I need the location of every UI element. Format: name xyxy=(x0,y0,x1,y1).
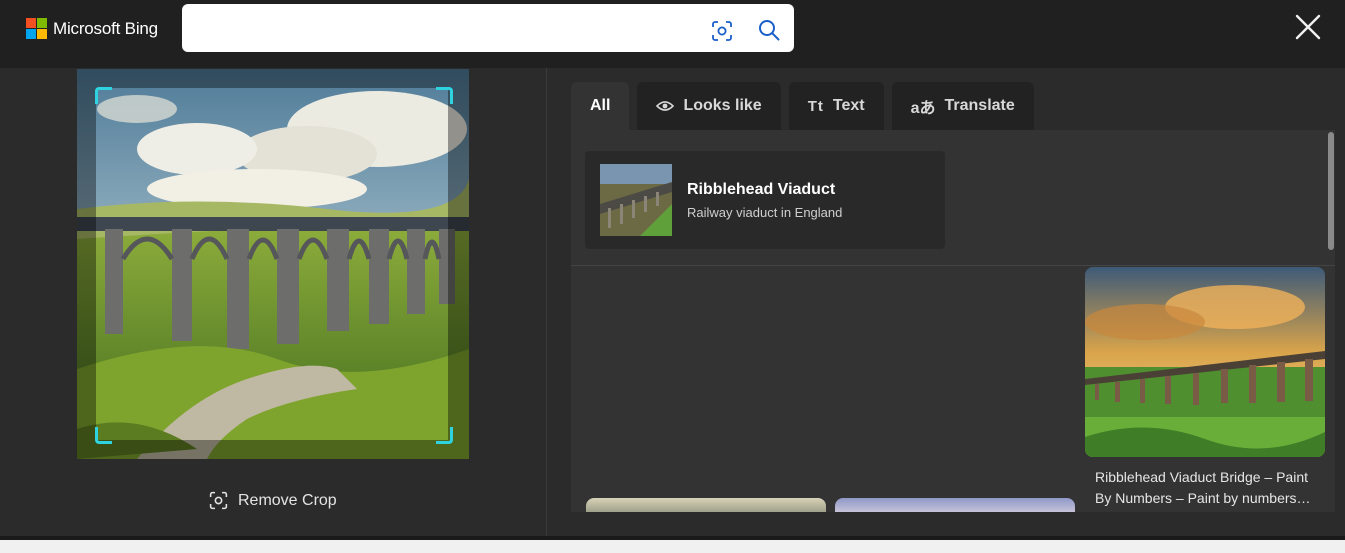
bing-logo[interactable]: Microsoft Bing xyxy=(26,18,158,39)
entity-subtitle: Railway viaduct in England xyxy=(687,205,843,220)
remove-crop-label: Remove Crop xyxy=(238,491,337,509)
tab-looks-like[interactable]: Looks like xyxy=(637,82,781,130)
result-tabs: All Looks like Tt Text aあ Translate xyxy=(571,82,1034,130)
tab-text-label: Text xyxy=(832,97,865,114)
result-card[interactable]: Ribblehead Viaduct Bridge – Paint By Num… xyxy=(1085,267,1325,512)
remove-crop-button[interactable]: Remove Crop xyxy=(208,490,337,511)
crop-shade-bottom xyxy=(77,440,469,459)
entity-card[interactable]: Ribblehead Viaduct Railway viaduct in En… xyxy=(585,151,945,249)
entity-title: Ribblehead Viaduct xyxy=(687,181,836,198)
top-bar: Microsoft Bing xyxy=(0,0,1345,68)
search-input[interactable] xyxy=(196,14,700,44)
crop-handle-bottom-right[interactable] xyxy=(436,427,453,444)
section-divider xyxy=(571,265,1335,266)
results-panel: Ribblehead Viaduct Railway viaduct in En… xyxy=(571,130,1335,512)
tab-all-label: All xyxy=(590,97,611,114)
crop-handle-top-right[interactable] xyxy=(436,87,453,104)
result-card-partial-2[interactable] xyxy=(835,498,1075,512)
crop-shade-left xyxy=(77,88,96,440)
text-icon: Tt xyxy=(807,97,824,115)
query-image[interactable] xyxy=(77,69,469,459)
search-icon[interactable] xyxy=(757,18,781,42)
tab-translate[interactable]: aあ Translate xyxy=(891,82,1034,130)
crop-shade-right xyxy=(448,88,469,440)
query-image-pane: Remove Crop xyxy=(0,68,546,536)
entity-thumbnail xyxy=(600,164,672,236)
visual-search-icon[interactable] xyxy=(710,19,734,43)
translate-icon: aあ xyxy=(910,100,936,117)
bottom-bar xyxy=(0,540,1345,553)
tab-looks-like-label: Looks like xyxy=(683,97,762,114)
results-pane: All Looks like Tt Text aあ Translate Ribb… xyxy=(547,68,1345,536)
tab-translate-label: Translate xyxy=(944,97,1015,114)
result-caption: Ribblehead Viaduct Bridge – Paint By Num… xyxy=(1095,469,1311,506)
tab-all[interactable]: All xyxy=(571,82,630,130)
crop-handle-bottom-left[interactable] xyxy=(95,427,112,444)
close-icon[interactable] xyxy=(1294,13,1322,41)
logo-text: Microsoft Bing xyxy=(53,18,158,38)
tab-text[interactable]: Tt Text xyxy=(788,82,884,130)
search-box xyxy=(182,4,794,52)
eye-icon xyxy=(656,100,675,112)
results-scrollbar-thumb[interactable] xyxy=(1328,132,1334,250)
microsoft-logo-icon xyxy=(26,18,47,39)
crop-icon xyxy=(209,491,228,510)
result-card-partial-1[interactable] xyxy=(586,498,826,512)
result-thumbnail xyxy=(1085,267,1325,457)
crop-shade-top xyxy=(77,69,469,88)
crop-handle-top-left[interactable] xyxy=(95,87,112,104)
viaduct-illustration xyxy=(77,69,469,459)
